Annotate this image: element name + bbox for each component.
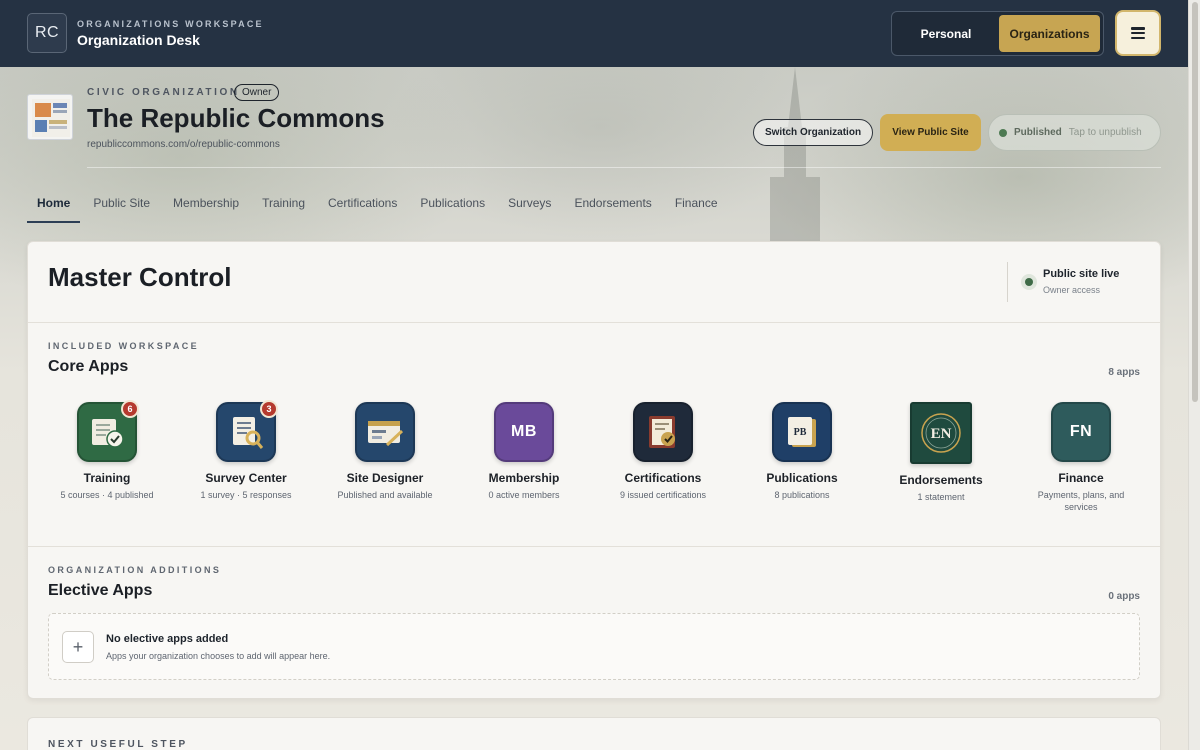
tab-membership[interactable]: Membership — [163, 187, 249, 223]
svg-text:PB: PB — [794, 427, 807, 438]
live-status-title: Public site live — [1043, 268, 1120, 280]
role-badge: Owner — [234, 84, 280, 101]
tab-home[interactable]: Home — [27, 187, 81, 223]
app-publications[interactable]: PB Publications 8 publications — [732, 402, 872, 501]
publish-hint: Tap to unpublish — [1068, 127, 1142, 138]
live-status-subtitle: Owner access — [1043, 285, 1101, 295]
hamburger-icon — [1131, 27, 1145, 39]
app-monogram: MB — [511, 423, 537, 440]
page-title: Master Control — [48, 262, 232, 292]
next-step-eyebrow: NEXT USEFUL STEP — [48, 739, 188, 750]
app-name: Publications — [766, 471, 838, 485]
training-icon: 6 — [77, 400, 139, 462]
page-scrollbar[interactable] — [1188, 0, 1200, 750]
workspace-eyebrow: ORGANIZATIONS WORKSPACE — [77, 19, 264, 29]
app-survey-center[interactable]: 3 Survey Center 1 survey · 5 responses — [176, 400, 316, 501]
notification-badge: 6 — [121, 400, 139, 418]
add-elective-app-button[interactable]: + — [62, 631, 94, 663]
tab-endorsements[interactable]: Endorsements — [564, 187, 661, 223]
app-training[interactable]: 6 Training 5 courses · 4 published — [37, 400, 177, 501]
scrollbar-thumb[interactable] — [1192, 2, 1198, 402]
master-control-card: Master Control Public site live Owner ac… — [27, 241, 1161, 699]
tab-public-site[interactable]: Public Site — [83, 187, 160, 223]
live-status-icon — [1021, 274, 1037, 290]
finance-icon: FN — [1051, 402, 1111, 462]
app-certifications[interactable]: Certifications 9 issued certifications — [593, 402, 733, 501]
empty-state-subtitle: Apps your organization chooses to add wi… — [106, 651, 331, 661]
notification-badge: 3 — [260, 400, 278, 418]
elective-apps-empty-state: + No elective apps added Apps your organ… — [48, 613, 1140, 680]
next-step-card: NEXT USEFUL STEP — [27, 717, 1161, 750]
elective-apps-title: Elective Apps — [48, 582, 153, 599]
core-apps-title: Core Apps — [48, 358, 129, 375]
endorsements-icon: EN — [910, 402, 972, 464]
organizations-toggle[interactable]: Organizations — [999, 15, 1100, 52]
switch-organization-button[interactable]: Switch Organization — [753, 119, 873, 146]
workspace-title: Organization Desk — [77, 32, 200, 48]
site-designer-icon — [355, 402, 415, 462]
workspace-switcher: Personal Organizations — [891, 11, 1104, 56]
app-finance[interactable]: FN Finance Payments, plans, and services — [1011, 402, 1151, 513]
publish-toggle[interactable]: Published Tap to unpublish — [988, 114, 1161, 151]
elective-apps-count: 0 apps — [1108, 591, 1140, 602]
personal-toggle[interactable]: Personal — [896, 15, 996, 52]
app-endorsements[interactable]: EN Endorsements 1 statement — [871, 402, 1011, 503]
organization-url[interactable]: republiccommons.com/o/republic-commons — [87, 139, 280, 150]
empty-state-title: No elective apps added — [106, 633, 229, 645]
app-name: Endorsements — [899, 473, 983, 487]
divider — [28, 322, 1160, 323]
app-summary: 1 statement — [917, 492, 965, 502]
tab-finance[interactable]: Finance — [665, 187, 728, 223]
core-apps-count: 8 apps — [1108, 367, 1140, 378]
published-status-dot — [999, 128, 1007, 137]
membership-icon: MB — [494, 402, 554, 462]
tab-publications[interactable]: Publications — [410, 187, 495, 223]
view-public-site-button[interactable]: View Public Site — [880, 114, 981, 151]
certificate-icon — [633, 402, 693, 462]
app-summary: Published and available — [337, 490, 433, 500]
app-name: Finance — [1058, 471, 1104, 485]
app-summary: 8 publications — [774, 490, 830, 500]
app-name: Membership — [488, 471, 560, 485]
organization-thumbnail — [27, 94, 73, 140]
survey-icon: 3 — [216, 400, 278, 462]
svg-text:EN: EN — [931, 426, 952, 442]
menu-button[interactable] — [1115, 10, 1161, 56]
app-name: Certifications — [624, 471, 702, 485]
app-summary: 0 active members — [488, 490, 560, 500]
app-monogram: FN — [1069, 423, 1093, 440]
tab-surveys[interactable]: Surveys — [498, 187, 561, 223]
app-site-designer[interactable]: Site Designer Published and available — [315, 402, 455, 501]
divider — [1007, 262, 1008, 302]
app-summary: Payments, plans, and services — [1037, 490, 1125, 512]
organization-name: The Republic Commons — [87, 103, 385, 133]
app-summary: 5 courses · 4 published — [60, 490, 154, 500]
app-membership[interactable]: MB Membership 0 active members — [454, 402, 594, 501]
header-divider — [87, 167, 1161, 168]
divider — [28, 546, 1160, 547]
top-bar: RC ORGANIZATIONS WORKSPACE Organization … — [0, 0, 1188, 67]
organization-type: CIVIC ORGANIZATION — [87, 87, 240, 98]
app-name: Site Designer — [346, 471, 424, 485]
app-name: Survey Center — [205, 471, 287, 485]
church-spire-silhouette — [770, 67, 820, 247]
section-tabs: Home Public Site Membership Training Cer… — [27, 187, 731, 223]
app-summary: 1 survey · 5 responses — [200, 490, 292, 500]
publish-status: Published — [1014, 127, 1062, 138]
core-apps-eyebrow: INCLUDED WORKSPACE — [48, 341, 200, 351]
elective-apps-eyebrow: ORGANIZATION ADDITIONS — [48, 565, 222, 575]
publications-icon: PB — [772, 402, 832, 462]
app-summary: 9 issued certifications — [619, 490, 707, 500]
workspace-logo[interactable]: RC — [27, 13, 67, 53]
app-name: Training — [83, 471, 131, 485]
tab-training[interactable]: Training — [252, 187, 315, 223]
tab-certifications[interactable]: Certifications — [318, 187, 407, 223]
